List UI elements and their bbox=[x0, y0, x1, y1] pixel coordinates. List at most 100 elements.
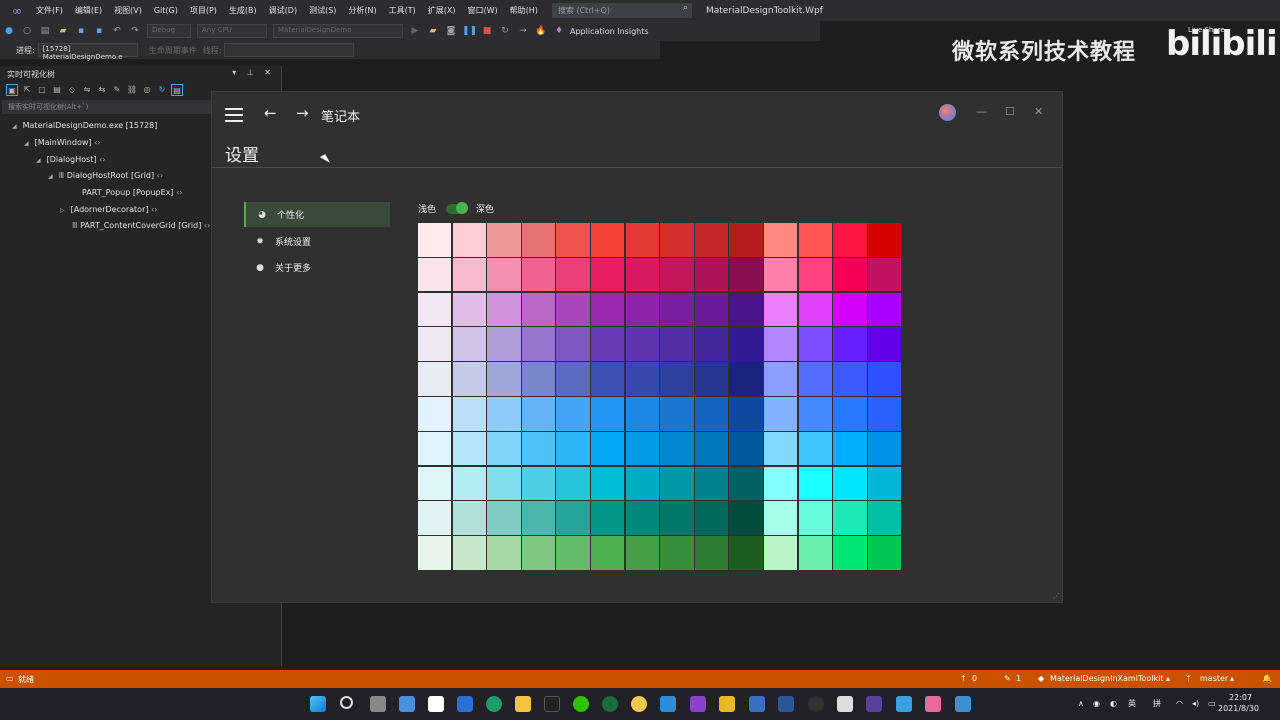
lifecycle-events-label[interactable]: 生命周期事件 bbox=[149, 45, 197, 56]
color-swatch[interactable] bbox=[487, 466, 521, 501]
hot-reload-icon[interactable]: 🔥 bbox=[534, 24, 548, 38]
repo-dropdown-icon[interactable]: ▴ bbox=[1166, 674, 1170, 683]
thread-combo[interactable] bbox=[224, 43, 355, 57]
color-swatch[interactable] bbox=[660, 362, 694, 396]
theme-toggle-switch[interactable] bbox=[446, 201, 469, 214]
config-combo[interactable]: Debug bbox=[147, 24, 191, 38]
color-swatch[interactable] bbox=[867, 431, 902, 466]
expand-arrow-icon[interactable]: ◢ bbox=[12, 123, 17, 130]
color-swatch[interactable] bbox=[591, 257, 625, 292]
color-swatch[interactable] bbox=[694, 466, 729, 501]
color-swatch[interactable] bbox=[591, 362, 625, 396]
app-icon-blue[interactable] bbox=[955, 696, 971, 712]
color-swatch[interactable] bbox=[418, 327, 452, 361]
color-swatch[interactable] bbox=[660, 397, 694, 431]
color-swatch[interactable] bbox=[452, 292, 486, 327]
vscode-icon[interactable] bbox=[660, 696, 676, 712]
color-swatch[interactable] bbox=[556, 327, 590, 361]
menu-build[interactable]: 生成(B) bbox=[223, 5, 263, 16]
tray-chevron-icon[interactable]: ∧ bbox=[1078, 699, 1084, 708]
color-swatch[interactable] bbox=[660, 223, 694, 257]
branch-dropdown-icon[interactable]: ▴ bbox=[1230, 674, 1234, 683]
folder-icon[interactable]: ▰ bbox=[426, 24, 440, 38]
visual-studio-icon[interactable] bbox=[690, 696, 706, 712]
color-swatch[interactable] bbox=[694, 397, 729, 431]
color-swatch[interactable] bbox=[625, 327, 659, 361]
menu-analyze[interactable]: 分析(N) bbox=[342, 5, 382, 16]
color-swatch[interactable] bbox=[833, 397, 867, 431]
color-swatch[interactable] bbox=[521, 223, 556, 257]
live-share-button[interactable]: Live Share bbox=[1188, 26, 1225, 34]
color-swatch[interactable] bbox=[660, 292, 694, 327]
color-swatch[interactable] bbox=[418, 397, 452, 431]
expand-arrow-icon[interactable]: ◢ bbox=[24, 140, 29, 147]
color-swatch[interactable] bbox=[833, 257, 867, 292]
color-swatch[interactable] bbox=[452, 223, 486, 257]
markup-icon[interactable]: ‹› bbox=[176, 188, 182, 197]
expand-arrow-icon[interactable]: ◢ bbox=[36, 157, 41, 164]
expand-arrow-icon[interactable]: ◢ bbox=[48, 173, 53, 180]
panel-controls[interactable]: ▾ ⊥ ✕ bbox=[232, 68, 275, 77]
display-adorners-icon[interactable]: ▢ bbox=[36, 84, 48, 96]
preview-icon[interactable]: ◎ bbox=[141, 84, 153, 96]
color-swatch[interactable] bbox=[452, 362, 486, 396]
color-swatch[interactable] bbox=[521, 257, 556, 292]
color-swatch[interactable] bbox=[729, 257, 763, 292]
resize-grip-icon[interactable]: ⋰ bbox=[1053, 592, 1060, 600]
task-view-icon[interactable] bbox=[370, 696, 386, 712]
open-icon[interactable]: ▰ bbox=[56, 24, 70, 38]
color-swatch[interactable] bbox=[660, 536, 694, 570]
color-swatch[interactable] bbox=[798, 536, 832, 570]
color-swatch[interactable] bbox=[625, 257, 659, 292]
color-swatch[interactable] bbox=[798, 431, 832, 466]
teams-icon[interactable] bbox=[457, 696, 473, 712]
undo-icon[interactable]: ↶ bbox=[110, 24, 124, 38]
color-swatch[interactable] bbox=[867, 257, 902, 292]
widgets-icon[interactable] bbox=[399, 696, 415, 712]
color-swatch[interactable] bbox=[833, 327, 867, 361]
just-my-xaml-icon[interactable]: ▤ bbox=[171, 84, 183, 96]
nav-item-system-settings[interactable]: ✹ 系统设置 bbox=[244, 229, 390, 254]
qq-icon[interactable] bbox=[544, 696, 560, 712]
color-swatch[interactable] bbox=[660, 501, 694, 535]
menu-project[interactable]: 项目(P) bbox=[184, 5, 223, 16]
color-swatch[interactable] bbox=[556, 257, 590, 292]
color-swatch[interactable] bbox=[625, 536, 659, 570]
menu-git[interactable]: Git(G) bbox=[148, 6, 184, 15]
color-swatch[interactable] bbox=[694, 431, 729, 466]
color-swatch[interactable] bbox=[764, 223, 798, 257]
color-swatch[interactable] bbox=[833, 431, 867, 466]
input-language[interactable]: 英 bbox=[1128, 698, 1136, 709]
maximize-icon[interactable]: ☐ bbox=[1005, 105, 1015, 118]
color-swatch[interactable] bbox=[625, 362, 659, 396]
platform-combo[interactable]: Any CPU bbox=[197, 24, 267, 38]
save-icon[interactable]: ▪ bbox=[74, 24, 88, 38]
color-swatch[interactable] bbox=[452, 501, 486, 535]
color-swatch[interactable] bbox=[418, 257, 452, 292]
color-swatch[interactable] bbox=[764, 466, 798, 501]
color-swatch[interactable] bbox=[556, 431, 590, 466]
color-swatch[interactable] bbox=[867, 362, 902, 396]
markup-icon[interactable]: ‹› bbox=[99, 155, 105, 164]
color-swatch[interactable] bbox=[418, 466, 452, 501]
new-item-icon[interactable]: ▤ bbox=[38, 24, 52, 38]
color-swatch[interactable] bbox=[833, 223, 867, 257]
color-swatch[interactable] bbox=[764, 257, 798, 292]
tree-node-popup[interactable]: PART_Popup [PopupEx] ‹› bbox=[82, 188, 183, 197]
back-arrow-icon[interactable]: ← bbox=[264, 104, 277, 122]
color-swatch[interactable] bbox=[418, 431, 452, 466]
typora-icon[interactable] bbox=[837, 696, 853, 712]
color-swatch[interactable] bbox=[556, 466, 590, 501]
edge-icon[interactable] bbox=[486, 696, 502, 712]
color-swatch[interactable] bbox=[867, 397, 902, 431]
color-swatch[interactable] bbox=[729, 292, 763, 327]
tree-node-dialoghost[interactable]: ◢ [DialogHost] ‹› bbox=[36, 155, 106, 164]
app-insights-icon[interactable]: ♦ bbox=[552, 24, 566, 38]
color-swatch[interactable] bbox=[867, 292, 902, 327]
color-swatch[interactable] bbox=[521, 501, 556, 535]
color-swatch[interactable] bbox=[764, 397, 798, 431]
color-swatch[interactable] bbox=[764, 292, 798, 327]
color-swatch[interactable] bbox=[833, 292, 867, 327]
tray-app2-icon[interactable]: ◐ bbox=[1110, 699, 1117, 708]
color-swatch[interactable] bbox=[487, 257, 521, 292]
